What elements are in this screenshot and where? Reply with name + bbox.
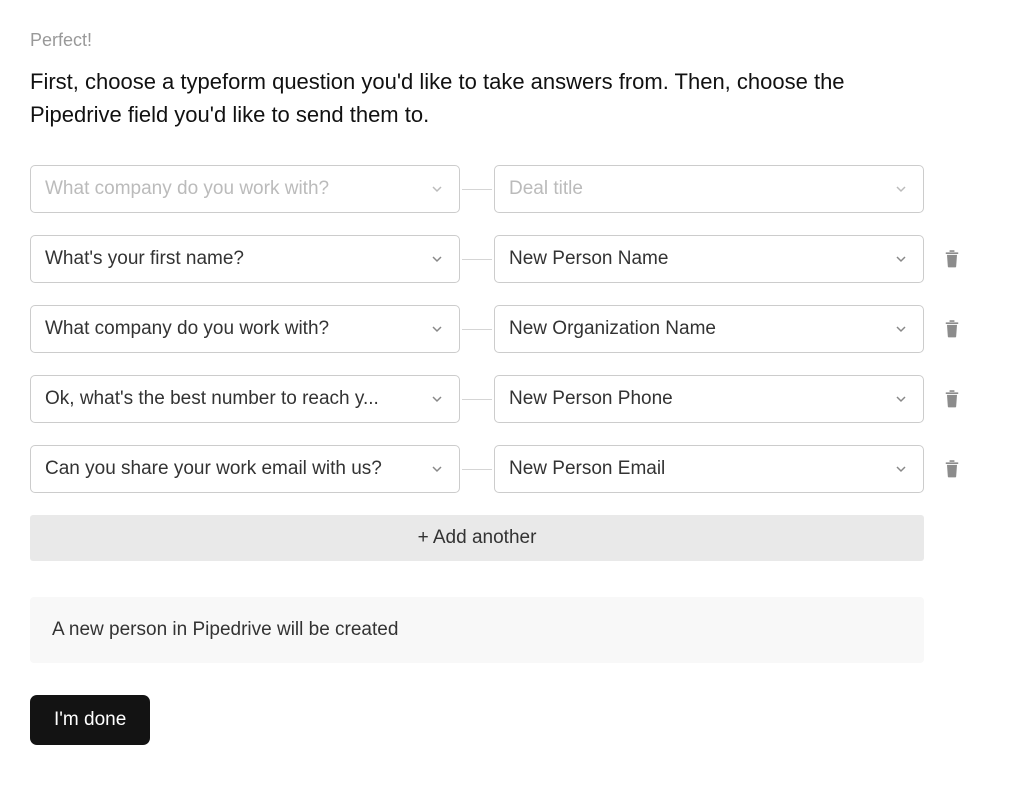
dropdown-text: New Person Phone — [509, 388, 879, 410]
mapping-row: What company do you work with? Deal title — [30, 165, 994, 213]
source-question-dropdown[interactable]: What's your first name? — [30, 235, 460, 283]
dropdown-text: Can you share your work email with us? — [45, 458, 415, 480]
info-box: A new person in Pipedrive will be create… — [30, 597, 924, 663]
target-field-dropdown[interactable]: New Person Name — [494, 235, 924, 283]
connector-line — [460, 468, 494, 470]
connector-line — [460, 398, 494, 400]
target-field-dropdown[interactable]: Deal title — [494, 165, 924, 213]
mapping-row: Can you share your work email with us? Ne… — [30, 445, 994, 493]
trash-icon[interactable] — [942, 458, 962, 480]
dropdown-text: What company do you work with? — [45, 178, 415, 200]
chevron-down-icon — [429, 251, 445, 267]
target-field-dropdown[interactable]: New Person Phone — [494, 375, 924, 423]
done-button[interactable]: I'm done — [30, 695, 150, 745]
chevron-down-icon — [893, 251, 909, 267]
chevron-down-icon — [429, 181, 445, 197]
chevron-down-icon — [893, 181, 909, 197]
chevron-down-icon — [429, 461, 445, 477]
dropdown-text: New Person Email — [509, 458, 879, 480]
dropdown-text: Deal title — [509, 178, 879, 200]
header-small: Perfect! — [30, 30, 994, 51]
chevron-down-icon — [893, 321, 909, 337]
dropdown-text: Ok, what's the best number to reach y... — [45, 388, 415, 410]
source-question-dropdown[interactable]: Can you share your work email with us? — [30, 445, 460, 493]
trash-icon[interactable] — [942, 248, 962, 270]
target-field-dropdown[interactable]: New Person Email — [494, 445, 924, 493]
dropdown-text: What company do you work with? — [45, 318, 415, 340]
connector-line — [460, 188, 494, 190]
mapping-row: Ok, what's the best number to reach y...… — [30, 375, 994, 423]
trash-icon[interactable] — [942, 318, 962, 340]
chevron-down-icon — [429, 391, 445, 407]
mapping-row: What's your first name? New Person Name — [30, 235, 994, 283]
dropdown-text: What's your first name? — [45, 248, 415, 270]
target-field-dropdown[interactable]: New Organization Name — [494, 305, 924, 353]
source-question-dropdown[interactable]: What company do you work with? — [30, 165, 460, 213]
chevron-down-icon — [429, 321, 445, 337]
chevron-down-icon — [893, 391, 909, 407]
dropdown-text: New Person Name — [509, 248, 879, 270]
mappings-list: What company do you work with? Deal title… — [30, 165, 994, 493]
connector-line — [460, 258, 494, 260]
connector-line — [460, 328, 494, 330]
chevron-down-icon — [893, 461, 909, 477]
dropdown-text: New Organization Name — [509, 318, 879, 340]
header-main: First, choose a typeform question you'd … — [30, 65, 930, 131]
add-another-button[interactable]: + Add another — [30, 515, 924, 561]
source-question-dropdown[interactable]: What company do you work with? — [30, 305, 460, 353]
source-question-dropdown[interactable]: Ok, what's the best number to reach y... — [30, 375, 460, 423]
mapping-row: What company do you work with? New Organi… — [30, 305, 994, 353]
trash-icon[interactable] — [942, 388, 962, 410]
